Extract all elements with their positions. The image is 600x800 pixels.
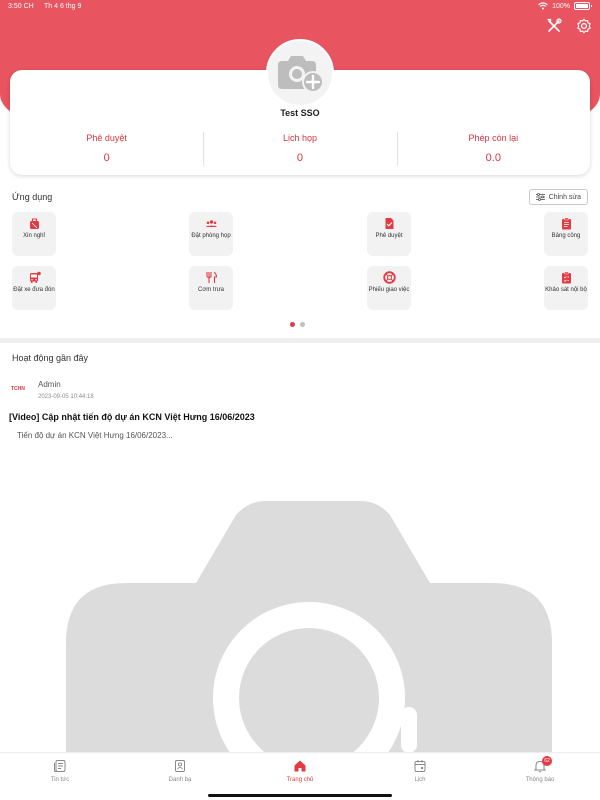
page-dot[interactable]: [300, 322, 305, 327]
stat-value: 0: [103, 152, 110, 164]
avatar[interactable]: [266, 39, 334, 107]
app-shuttle-booking[interactable]: Đặt xe đưa đón: [12, 266, 56, 310]
app-label: Phiếu giao việc: [368, 287, 410, 293]
post-image-placeholder[interactable]: [66, 493, 552, 753]
stat-value: 0: [296, 152, 304, 164]
app-approvals[interactable]: Phê duyệt: [367, 212, 411, 256]
document-check-icon: [385, 218, 393, 229]
tools-icon[interactable]: [546, 18, 562, 34]
people-group-icon: [205, 220, 217, 227]
tab-label: Danh bạ: [168, 777, 192, 783]
profile-name: Test SSO: [280, 108, 320, 118]
post-excerpt: Tiến độ dự án KCN Việt Hưng 16/06/2023..…: [17, 431, 173, 440]
app-label: Đặt phòng họp: [191, 233, 231, 239]
stat-label: Phép còn lại: [468, 133, 519, 143]
recent-activity-title: Hoạt động gần đây: [12, 353, 89, 363]
page-indicator: [290, 322, 305, 327]
image-placeholder-camera-icon: [66, 501, 552, 753]
header-actions: [546, 18, 592, 34]
life-ring-icon: [382, 271, 396, 284]
app-leave-request[interactable]: Xin nghỉ: [12, 212, 56, 256]
stat-meetings[interactable]: Lịch họp 0: [203, 130, 396, 170]
app-label: Khảo sát nội bộ: [545, 287, 587, 293]
tab-calendar[interactable]: Lịch: [360, 753, 480, 800]
app-label: Bảng công: [551, 233, 581, 239]
tab-label: Lịch: [414, 777, 426, 783]
page-dot-active[interactable]: [290, 322, 295, 327]
tab-home[interactable]: Trang chủ: [240, 753, 360, 800]
news-icon: [54, 760, 66, 772]
survey-clipboard-icon: [561, 271, 571, 284]
wifi-icon: [538, 2, 548, 10]
battery-icon: [574, 2, 592, 10]
app-work-assignment[interactable]: Phiếu giao việc: [367, 266, 411, 310]
battery-percent: 100%: [552, 2, 570, 10]
tab-label: Thông báo: [525, 777, 555, 783]
tab-label: Trang chủ: [286, 777, 314, 783]
tab-news[interactable]: Tin tức: [0, 753, 120, 800]
camera-add-icon: [278, 56, 324, 93]
app-label: Phê duyệt: [375, 233, 403, 239]
luggage-icon: [29, 218, 39, 229]
bottom-tab-bar: Tin tức Danh bạ Trang chủ Lịch 62 Thông …: [0, 752, 600, 800]
clipboard-list-icon: [561, 217, 571, 230]
app-label: Cơm trưa: [198, 287, 224, 293]
apps-section-title: Ứng dụng: [12, 192, 53, 202]
status-right: 100%: [538, 2, 592, 10]
stat-approvals[interactable]: Phê duyệt 0: [10, 130, 203, 170]
app-internal-survey[interactable]: Khảo sát nội bộ: [544, 266, 588, 310]
notification-badge: 62: [542, 756, 552, 766]
home-indicator: [208, 794, 392, 797]
contacts-icon: [175, 760, 185, 772]
bus-icon: [29, 271, 41, 283]
edit-apps-label: Chỉnh sửa: [548, 193, 581, 201]
post-title[interactable]: [Video] Cập nhật tiến độ dự án KCN Việt …: [9, 412, 255, 422]
app-grid: Xin nghỉ Đặt phòng họp Phê duyệt Bảng cô…: [12, 212, 588, 312]
company-logo: TCHN: [11, 386, 25, 392]
stat-value: 0.0: [485, 152, 501, 164]
settings-gear-icon[interactable]: [576, 18, 592, 34]
profile-stats: Phê duyệt 0 Lịch họp 0 Phép còn lại 0.0: [10, 130, 590, 170]
tab-notifications[interactable]: 62 Thông báo: [480, 753, 600, 800]
app-timesheet[interactable]: Bảng công: [544, 212, 588, 256]
post-timestamp: 2023-09-05 10:44:18: [38, 394, 94, 400]
edit-apps-button[interactable]: Chỉnh sửa: [528, 189, 588, 205]
stat-label: Phê duyệt: [86, 133, 127, 143]
post-author: Admin: [38, 380, 61, 389]
stat-leave-remaining[interactable]: Phép còn lại 0.0: [396, 130, 590, 170]
status-time: 3:50 CH: [8, 3, 34, 10]
food-utensils-icon: [205, 271, 217, 283]
stat-label: Lịch họp: [282, 133, 317, 143]
section-divider: [0, 338, 600, 343]
app-label: Xin nghỉ: [23, 233, 45, 239]
home-icon: [294, 760, 306, 772]
app-book-meeting-room[interactable]: Đặt phòng họp: [189, 212, 233, 256]
tab-label: Tin tức: [50, 777, 70, 783]
tab-contacts[interactable]: Danh bạ: [120, 753, 240, 800]
status-date: Th 4 6 thg 9: [44, 3, 82, 10]
calendar-icon: [414, 760, 426, 772]
app-lunch[interactable]: Cơm trưa: [189, 266, 233, 310]
sliders-icon: [535, 193, 545, 201]
app-label: Đặt xe đưa đón: [13, 287, 55, 293]
status-bar: 3:50 CH Th 4 6 thg 9 100%: [0, 0, 600, 14]
